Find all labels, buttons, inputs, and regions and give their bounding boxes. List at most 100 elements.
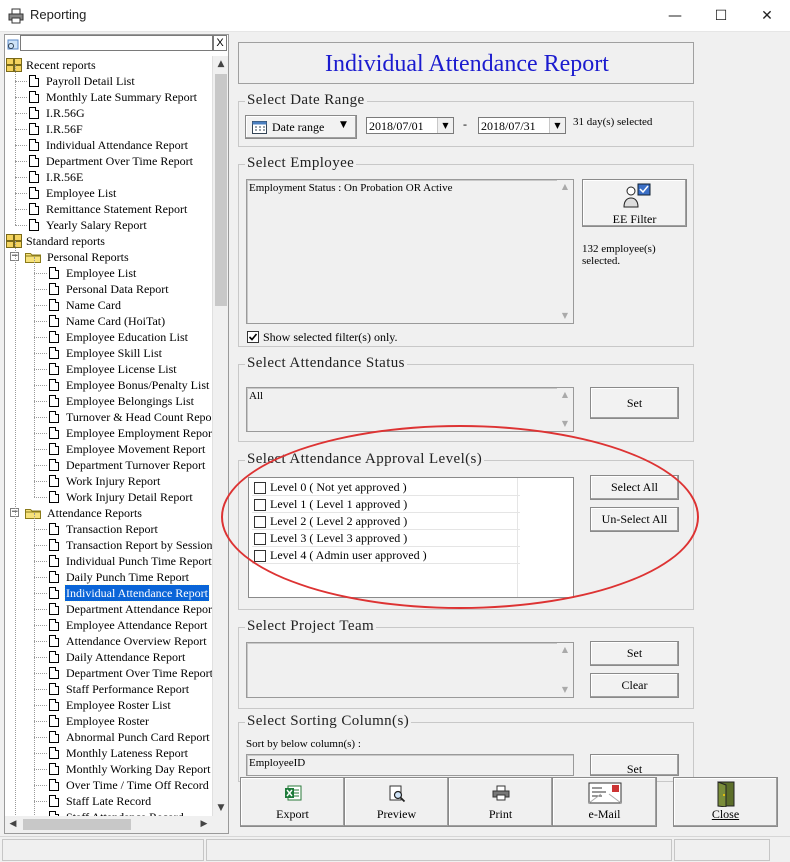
- tree-item-personal[interactable]: Work Injury Detail Report: [5, 489, 212, 505]
- project-team-clear-button[interactable]: Clear: [590, 673, 679, 698]
- approval-level-checkbox[interactable]: [254, 499, 266, 511]
- ee-filter-button[interactable]: EE Filter: [582, 179, 687, 227]
- tree-item-attendance[interactable]: Monthly Working Day Report: [5, 761, 212, 777]
- tree-item-recent[interactable]: I.R.56F: [5, 121, 212, 137]
- tree-item-personal[interactable]: Turnover & Head Count Repo: [5, 409, 212, 425]
- date-to-picker[interactable]: 2018/07/31 ▼: [478, 117, 566, 134]
- tree-item-personal[interactable]: Employee Bonus/Penalty List: [5, 377, 212, 393]
- tree-item-attendance[interactable]: Individual Punch Time Report: [5, 553, 212, 569]
- date-from-picker[interactable]: 2018/07/01 ▼: [366, 117, 454, 134]
- tree-item-recent[interactable]: I.R.56E: [5, 169, 212, 185]
- tree-item-attendance[interactable]: Employee Roster List: [5, 697, 212, 713]
- tree-item-attendance[interactable]: Staff Attendance Record: [5, 809, 212, 816]
- search-clear-button[interactable]: X: [213, 35, 227, 51]
- show-filter-checkbox[interactable]: [247, 331, 259, 343]
- email-button[interactable]: e-Mail: [552, 777, 657, 827]
- tree-item-personal[interactable]: Work Injury Report: [5, 473, 212, 489]
- tree-item-attendance[interactable]: Abnormal Punch Card Report: [5, 729, 212, 745]
- attendance-status-set-button[interactable]: Set: [590, 387, 679, 419]
- chevron-down-icon[interactable]: ▼: [549, 118, 565, 133]
- tree-item-recent[interactable]: Monthly Late Summary Report: [5, 89, 212, 105]
- scroll-down-icon[interactable]: ▼: [557, 417, 573, 431]
- scroll-up-icon[interactable]: ▲: [557, 180, 573, 194]
- tree-item-personal[interactable]: Employee Employment Repor: [5, 425, 212, 441]
- tree-item-attendance[interactable]: Employee Roster: [5, 713, 212, 729]
- attendance-status-text[interactable]: All ▲ ▼: [246, 387, 574, 432]
- approval-level-row[interactable]: Level 2 ( Level 2 approved ): [252, 513, 520, 530]
- approval-level-row[interactable]: Level 0 ( Not yet approved ): [252, 479, 520, 496]
- project-text-scrollbar[interactable]: ▲ ▼: [557, 643, 573, 697]
- close-button[interactable]: Close: [673, 777, 778, 827]
- tree-folder-personal[interactable]: − Personal Reports: [5, 249, 212, 265]
- tree-item-attendance[interactable]: Daily Punch Time Report: [5, 569, 212, 585]
- sorting-set-button[interactable]: Set: [590, 754, 679, 776]
- tree-item-recent[interactable]: I.R.56G: [5, 105, 212, 121]
- print-button[interactable]: Print: [448, 777, 553, 827]
- tree-item-attendance[interactable]: Transaction Report: [5, 521, 212, 537]
- tree-item-attendance[interactable]: Monthly Lateness Report: [5, 745, 212, 761]
- scroll-down-icon[interactable]: ▼: [557, 309, 573, 323]
- scroll-down-icon[interactable]: ▼: [213, 800, 229, 816]
- tree-item-recent[interactable]: Employee List: [5, 185, 212, 201]
- tree-item-personal[interactable]: Employee Skill List: [5, 345, 212, 361]
- approval-level-checkbox[interactable]: [254, 516, 266, 528]
- tree-item-recent[interactable]: Yearly Salary Report: [5, 217, 212, 233]
- tree-item-attendance[interactable]: Employee Attendance Report: [5, 617, 212, 633]
- scroll-up-icon[interactable]: ▲: [557, 388, 573, 402]
- tree-item-attendance[interactable]: Department Attendance Report: [5, 601, 212, 617]
- tree-item-attendance[interactable]: Over Time / Time Off Record: [5, 777, 212, 793]
- tree-item-personal[interactable]: Name Card (HoiTat): [5, 313, 212, 329]
- approval-level-row[interactable]: Level 1 ( Level 1 approved ): [252, 496, 520, 513]
- sorting-columns-text[interactable]: EmployeeID: [246, 754, 574, 776]
- tree-item-personal[interactable]: Name Card: [5, 297, 212, 313]
- scroll-up-icon[interactable]: ▲: [557, 643, 573, 657]
- tree-item-attendance[interactable]: Staff Performance Report: [5, 681, 212, 697]
- status-text-scrollbar[interactable]: ▲ ▼: [557, 388, 573, 431]
- approval-level-row[interactable]: Level 3 ( Level 3 approved ): [252, 530, 520, 547]
- tree-item-attendance[interactable]: Individual Attendance Report: [5, 584, 212, 602]
- tree-item-personal[interactable]: Personal Data Report: [5, 281, 212, 297]
- hscroll-thumb[interactable]: [23, 819, 131, 830]
- approval-level-row[interactable]: Level 4 ( Admin user approved ): [252, 547, 520, 564]
- tree-item-attendance[interactable]: Transaction Report by Session: [5, 537, 212, 553]
- approval-level-checkbox[interactable]: [254, 550, 266, 562]
- scroll-right-icon[interactable]: ▶: [196, 816, 212, 833]
- tree-item-attendance[interactable]: Attendance Overview Report: [5, 633, 212, 649]
- employee-filter-text[interactable]: Employment Status : On Probation OR Acti…: [246, 179, 574, 324]
- tree-group-standard[interactable]: Standard reports: [5, 233, 212, 249]
- unselect-all-button[interactable]: Un-Select All: [590, 507, 679, 532]
- tree-item-recent[interactable]: Payroll Detail List: [5, 73, 212, 89]
- preview-button[interactable]: Preview: [344, 777, 449, 827]
- chevron-down-icon[interactable]: ▼: [437, 118, 453, 133]
- scroll-down-icon[interactable]: ▼: [557, 683, 573, 697]
- tree-item-attendance[interactable]: Staff Late Record: [5, 793, 212, 809]
- tree-item-recent[interactable]: Remittance Statement Report: [5, 201, 212, 217]
- tree-group-recent[interactable]: Recent reports: [5, 57, 212, 73]
- tree-vertical-scrollbar[interactable]: ▲ ▼: [212, 56, 228, 816]
- tree-item-attendance[interactable]: Department Over Time Report: [5, 665, 212, 681]
- tree-item-personal[interactable]: Employee Belongings List: [5, 393, 212, 409]
- select-all-button[interactable]: Select All: [590, 475, 679, 500]
- filter-text-scrollbar[interactable]: ▲ ▼: [557, 180, 573, 323]
- tree-item-recent[interactable]: Department Over Time Report: [5, 153, 212, 169]
- scroll-thumb[interactable]: [215, 74, 227, 306]
- tree-item-personal[interactable]: Department Turnover Report: [5, 457, 212, 473]
- tree-item-personal[interactable]: Employee Education List: [5, 329, 212, 345]
- export-button[interactable]: Export: [240, 777, 345, 827]
- tree-horizontal-scrollbar[interactable]: ◀ ▶: [5, 816, 212, 833]
- project-team-text[interactable]: ▲ ▼: [246, 642, 574, 698]
- maximize-button[interactable]: ☐: [698, 0, 744, 32]
- tree-item-attendance[interactable]: Daily Attendance Report: [5, 649, 212, 665]
- tree-item-personal[interactable]: Employee List: [5, 265, 212, 281]
- approval-level-checkbox[interactable]: [254, 482, 266, 494]
- close-window-button[interactable]: ✕: [744, 0, 790, 32]
- scroll-left-icon[interactable]: ◀: [5, 816, 21, 833]
- tree-item-personal[interactable]: Employee License List: [5, 361, 212, 377]
- tree-search-input[interactable]: [20, 35, 213, 51]
- minimize-button[interactable]: —: [652, 0, 698, 32]
- tree-item-recent[interactable]: Individual Attendance Report: [5, 137, 212, 153]
- tree-item-personal[interactable]: Employee Movement Report: [5, 441, 212, 457]
- scroll-up-icon[interactable]: ▲: [213, 56, 229, 72]
- approval-level-checkbox[interactable]: [254, 533, 266, 545]
- project-team-set-button[interactable]: Set: [590, 641, 679, 666]
